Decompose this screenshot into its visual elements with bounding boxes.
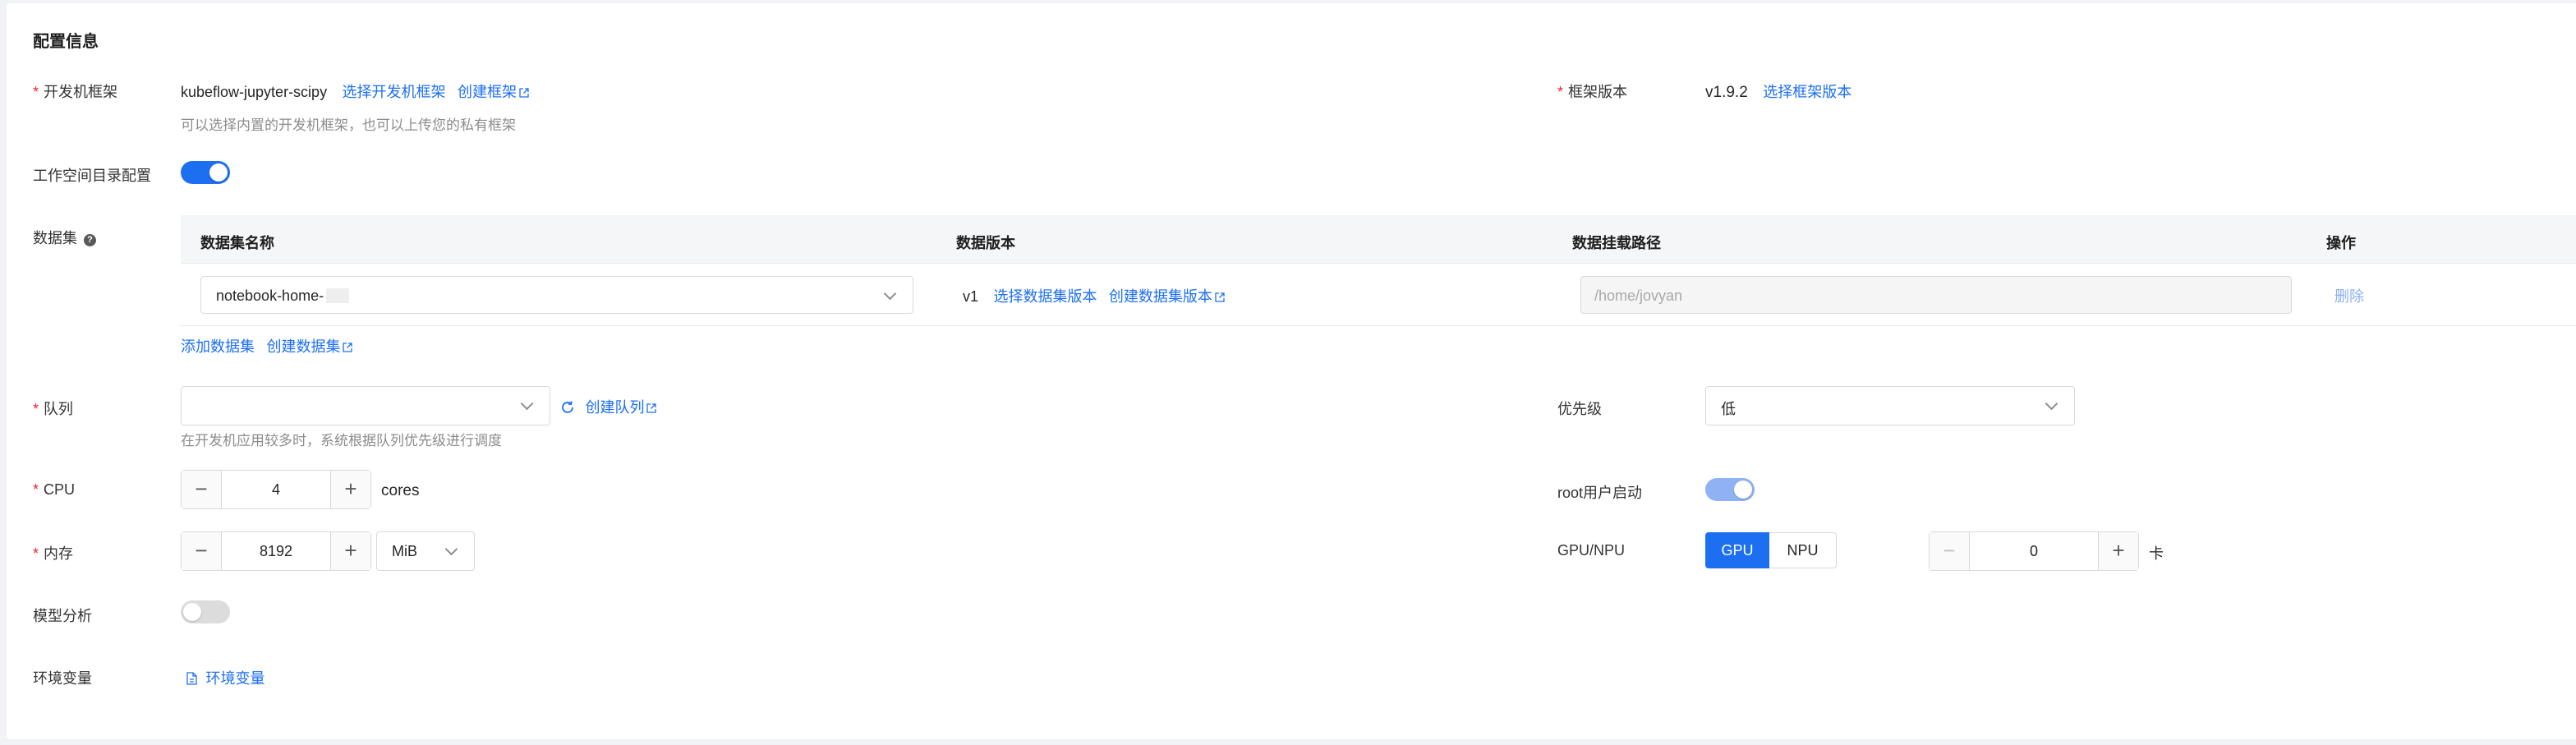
framework-value: kubeflow-jupyter-scipy (181, 84, 328, 100)
question-circle-icon[interactable]: ? (84, 234, 96, 246)
memory-increment-button[interactable]: + (330, 532, 370, 570)
queue-actions: 创建队列 (560, 396, 657, 417)
workspace-toggle[interactable] (181, 161, 230, 184)
select-dataset-version-link[interactable]: 选择数据集版本 (993, 288, 1097, 305)
env-vars-label: 环境变量 (33, 670, 92, 687)
priority-value: 低 (1721, 401, 1736, 417)
dataset-version-value: v1 (963, 288, 979, 305)
memory-stepper[interactable]: − 8192 + (181, 531, 371, 571)
memory-decrement-button[interactable]: − (182, 532, 222, 570)
delete-row-button[interactable]: 删除 (2334, 285, 2364, 306)
gpu-option[interactable]: GPU (1705, 532, 1769, 568)
gpu-unit: 卡 (2149, 545, 2164, 562)
env-vars-link[interactable]: 环境变量 (205, 670, 264, 687)
framework-value-group: kubeflow-jupyter-scipy 选择开发机框架 创建框架 (181, 80, 529, 102)
external-link-icon (519, 88, 529, 98)
section-title: 配置信息 (33, 33, 99, 51)
external-link-icon (646, 403, 657, 413)
memory-value[interactable]: 8192 (221, 532, 331, 570)
create-dataset-version-link[interactable]: 创建数据集版本 (1109, 288, 1225, 305)
gpu-increment-button[interactable]: + (2098, 532, 2138, 570)
dataset-name-select[interactable]: notebook-home- (200, 276, 913, 314)
cpu-decrement-button[interactable]: − (182, 471, 222, 508)
gpu-label: GPU/NPU (1557, 542, 1626, 559)
chevron-down-icon (520, 397, 534, 411)
framework-label: * 开发机框架 (33, 84, 118, 100)
memory-label: * 内存 (33, 545, 74, 562)
create-queue-link[interactable]: 创建队列 (585, 399, 657, 416)
select-framework-version-link[interactable]: 选择框架版本 (1763, 84, 1852, 100)
dataset-actions: 添加数据集 创建数据集 (181, 335, 353, 356)
queue-label: * 队列 (33, 401, 74, 417)
cpu-increment-button[interactable]: + (330, 471, 370, 508)
priority-label: 优先级 (1557, 401, 1602, 417)
workspace-label: 工作空间目录配置 (33, 168, 151, 184)
mount-path-input[interactable]: /home/jovyan (1580, 276, 2292, 314)
queue-select[interactable] (181, 386, 550, 425)
framework-version-label: * 框架版本 (1557, 84, 1628, 100)
cpu-label: * CPU (33, 481, 76, 498)
memory-unit-value: MiB (392, 543, 417, 559)
root-start-label: root用户启动 (1557, 485, 1643, 501)
refresh-icon[interactable] (560, 400, 575, 415)
framework-version-value: v1.9.2 (1705, 84, 1748, 101)
gpu-count-stepper[interactable]: − 0 + (1929, 531, 2139, 571)
memory-unit-select[interactable]: MiB (376, 531, 475, 571)
add-dataset-link[interactable]: 添加数据集 (181, 338, 255, 355)
file-icon (186, 672, 197, 685)
queue-hint: 在开发机应用较多时，系统根据队列优先级进行调度 (181, 433, 502, 448)
cpu-stepper[interactable]: − 4 + (181, 470, 371, 509)
dataset-label: 数据集? (33, 227, 96, 248)
root-start-toggle[interactable] (1705, 478, 1755, 501)
dataset-version-group: v1 选择数据集版本 创建数据集版本 (963, 285, 1225, 306)
chevron-down-icon (444, 542, 458, 556)
cpu-value[interactable]: 4 (221, 471, 331, 508)
external-link-icon (1215, 292, 1225, 302)
mount-path-placeholder: /home/jovyan (1594, 287, 1683, 304)
model-analysis-label: 模型分析 (33, 608, 92, 624)
env-vars-link-group[interactable]: 环境变量 (186, 667, 264, 688)
column-header-version: 数据版本 (956, 235, 1015, 251)
column-header-name: 数据集名称 (200, 235, 274, 251)
create-dataset-link[interactable]: 创建数据集 (266, 338, 353, 355)
priority-select[interactable]: 低 (1705, 386, 2075, 425)
create-framework-link[interactable]: 创建框架 (458, 84, 529, 100)
chevron-down-icon (883, 287, 897, 301)
column-header-mount-path: 数据挂载路径 (1572, 235, 1661, 251)
dataset-table-header: 数据集名称 数据版本 数据挂载路径 操作 (181, 215, 2576, 264)
select-framework-link[interactable]: 选择开发机框架 (343, 84, 446, 100)
column-header-actions: 操作 (2326, 235, 2356, 251)
gpu-decrement-button[interactable]: − (1930, 532, 1970, 570)
chevron-down-icon (2045, 397, 2058, 411)
npu-option[interactable]: NPU (1769, 532, 1837, 568)
framework-hint: 可以选择内置的开发机框架，也可以上传您的私有框架 (181, 117, 516, 133)
model-analysis-toggle[interactable] (181, 600, 230, 623)
dataset-name-value: notebook-home- (216, 287, 324, 304)
gpu-count-value[interactable]: 0 (1969, 532, 2099, 570)
cpu-unit: cores (381, 482, 420, 499)
external-link-icon (343, 343, 353, 352)
framework-version-group: v1.9.2 选择框架版本 (1705, 80, 1852, 102)
config-card: 配置信息 * 开发机框架 kubeflow-jupyter-scipy 选择开发机… (7, 3, 2576, 739)
table-row: notebook-home- v1 选择数据集版本 创建数据集版本 /home/… (181, 263, 2576, 326)
